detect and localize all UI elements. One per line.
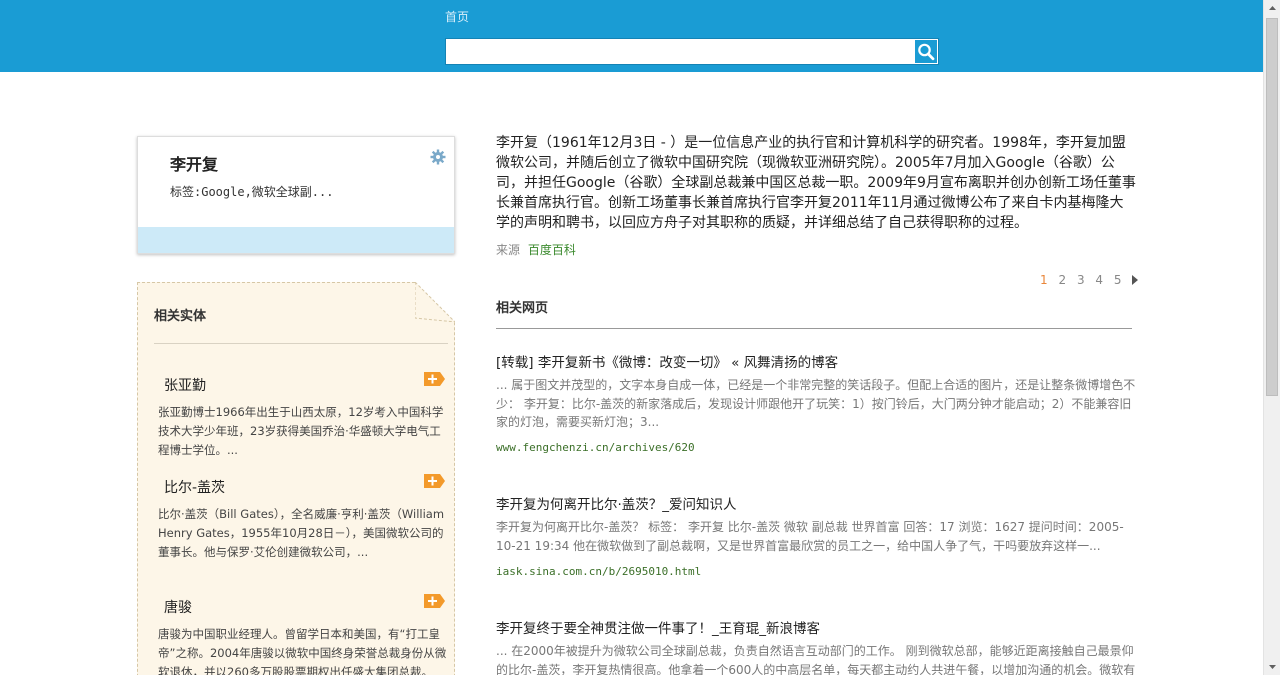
add-icon[interactable]: [423, 593, 446, 609]
result-snippet: ... 在2000年被提升为微软公司全球副总裁，负责自然语言互动部门的工作。 刚…: [496, 644, 1136, 675]
entity-name: 李开复: [170, 155, 219, 174]
next-page-arrow-icon[interactable]: [1132, 275, 1139, 285]
page-link-1[interactable]: 1: [1040, 273, 1048, 287]
entity-card: 李开复 标签:Google,微软全球副...: [137, 136, 455, 254]
page-fold-decoration: [415, 282, 455, 322]
add-icon[interactable]: [423, 473, 446, 489]
source-label: 来源: [496, 243, 521, 257]
result-snippet: 李开复为何离开比尔-盖茨？ 标签： 李开复 比尔-盖茨 微软 副总裁 世界首富 …: [496, 520, 1124, 553]
related-entity-desc: 比尔·盖茨（Bill Gates），全名威廉·亨利·盖茨（William Hen…: [158, 507, 445, 559]
related-webpages-title: 相关网页: [496, 301, 549, 316]
search-icon: [918, 43, 935, 61]
related-entities-title: 相关实体: [154, 309, 207, 324]
related-entities-panel: 相关实体 张亚勤 张亚勤博士1966年出生于山西太原，12岁考入中国科学技术大学…: [137, 282, 455, 675]
page: 首页 李开复 标签:Google,微软全球副... 相关实体 张亚勤 张亚勤博士…: [0, 0, 1280, 675]
entity-card-footer: [138, 227, 454, 253]
result-url[interactable]: iask.sina.com.cn/b/2695010.html: [496, 565, 701, 578]
page-link-3[interactable]: 3: [1077, 273, 1085, 287]
scrollbar-thumb[interactable]: [1266, 18, 1278, 396]
page-link-5[interactable]: 5: [1114, 273, 1122, 287]
source-line: 来源 百度百科: [496, 241, 576, 258]
nav-home-link[interactable]: 首页: [445, 8, 469, 25]
result-snippet: ... 属于图文并茂型的，文字本身自成一体，已经是一个非常完整的笑话段子。但配上…: [496, 378, 1136, 429]
result-url[interactable]: www.fengchenzi.cn/archives/620: [496, 441, 695, 454]
search-box: [445, 38, 939, 65]
divider: [496, 328, 1132, 329]
related-entity-name[interactable]: 比尔-盖茨: [164, 477, 225, 497]
source-link[interactable]: 百度百科: [528, 243, 576, 257]
entity-tags: 标签:Google,微软全球副...: [170, 185, 334, 199]
scroll-down-arrow-icon[interactable]: [1264, 658, 1280, 675]
scroll-up-arrow-icon[interactable]: [1264, 0, 1280, 17]
result-title-link[interactable]: 李开复终于要全神贯注做一件事了！_王育琨_新浪博客: [496, 617, 820, 637]
page-link-2[interactable]: 2: [1058, 273, 1066, 287]
related-entity-name[interactable]: 唐骏: [164, 597, 192, 617]
search-button[interactable]: [915, 40, 937, 63]
result-title-link[interactable]: 李开复为何离开比尔·盖茨？_爱问知识人: [496, 493, 737, 513]
entity-summary: 李开复（1961年12月3日 - ）是一位信息产业的执行官和计算机科学的研究者。…: [496, 135, 1136, 231]
related-entity-desc: 唐骏为中国职业经理人。曾留学日本和美国，有“打工皇帝”之称。2004年唐骏以微软…: [158, 627, 447, 675]
page-link-4[interactable]: 4: [1095, 273, 1103, 287]
add-icon[interactable]: [423, 371, 446, 387]
search-input[interactable]: [446, 39, 916, 64]
related-entity-name[interactable]: 张亚勤: [164, 375, 206, 395]
pagination: 1 2 3 4 5: [1040, 273, 1139, 287]
top-bar: 首页: [0, 0, 1263, 72]
vertical-scrollbar[interactable]: [1263, 0, 1280, 675]
gear-icon[interactable]: [430, 149, 446, 165]
divider: [154, 343, 448, 344]
result-title-link[interactable]: [转载] 李开复新书《微博：改变一切》 « 风舞清扬的博客: [496, 351, 838, 371]
related-entity-desc: 张亚勤博士1966年出生于山西太原，12岁考入中国科学技术大学少年班，23岁获得…: [158, 405, 444, 457]
